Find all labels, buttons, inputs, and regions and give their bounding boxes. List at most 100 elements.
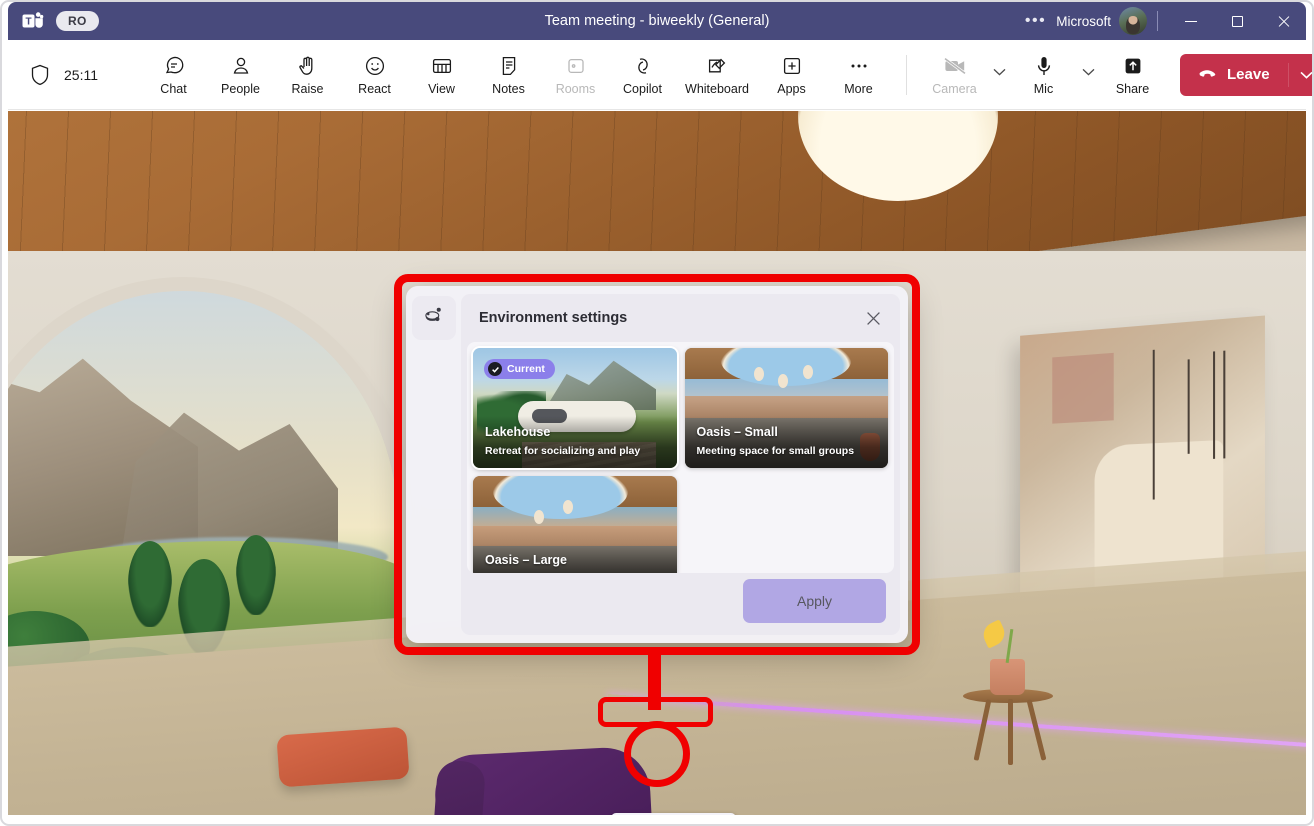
camera-control-group: Camera [921, 46, 1010, 104]
leave-button-label: Leave [1227, 66, 1270, 83]
status-badge-label: Current [507, 363, 545, 375]
toolbar-label-share: Share [1116, 83, 1149, 96]
environment-card-oasis-small[interactable]: Oasis – Small Meeting space for small gr… [685, 348, 889, 468]
environment-card-lakehouse[interactable]: Current Lakehouse Retreat for socializin… [473, 348, 677, 468]
mic-options-chevron-down-icon[interactable] [1077, 46, 1099, 104]
leave-button-group: Leave [1180, 54, 1314, 96]
view-icon [430, 53, 454, 79]
user-initials-badge[interactable]: RO [56, 11, 99, 31]
toolbar-divider [906, 55, 907, 95]
meeting-toolbar: 25:11 Chat People [8, 40, 1306, 110]
toolbar-label-more: More [844, 83, 872, 96]
environment-name: Oasis – Small [697, 425, 778, 439]
toolbar-button-chat[interactable]: Chat [140, 46, 207, 104]
toolbar-label-people: People [221, 83, 260, 96]
thumbnail-lamp [778, 374, 788, 388]
dialog-environment-settings-tab[interactable] [412, 296, 456, 340]
copilot-icon [631, 53, 655, 79]
title-bar-right: ••• Microsoft [1015, 2, 1306, 40]
title-bar-left: T RO [8, 10, 308, 32]
toolbar-label-apps: Apps [777, 83, 806, 96]
react-icon [363, 53, 387, 79]
dialog-title: Environment settings [479, 310, 627, 326]
thumbnail-lamp [803, 365, 813, 379]
environment-name: Lakehouse [485, 425, 550, 439]
mic-icon [1032, 53, 1056, 79]
check-icon [488, 362, 502, 376]
toolbar-actions: Chat People Raise [140, 46, 892, 104]
window-title-bar: T RO Team meeting - biweekly (General) •… [8, 2, 1306, 40]
environment-grid: Current Lakehouse Retreat for socializin… [473, 348, 888, 573]
chat-icon [162, 53, 186, 79]
toolbar-label-rooms: Rooms [556, 83, 596, 96]
title-bar-overflow-button[interactable]: ••• [1015, 13, 1056, 29]
toolbar-button-view[interactable]: View [408, 46, 475, 104]
environment-settings-dialog: Environment settings [406, 286, 908, 643]
toolbar-button-rooms: Rooms [542, 46, 609, 104]
dialog-close-button[interactable] [860, 305, 886, 331]
environment-grid-empty-slot [685, 476, 889, 573]
dialog-body: Environment settings [461, 294, 900, 635]
environment-vase [990, 659, 1025, 695]
minimize-button[interactable] [1168, 2, 1214, 40]
environment-card-oasis-large[interactable]: Oasis – Large Meeting space for large gr… [473, 476, 677, 573]
organization-label: Microsoft [1056, 14, 1119, 29]
maximize-icon [1232, 16, 1243, 27]
environment-cushion [276, 727, 409, 788]
environment-name: Oasis – Large [485, 553, 567, 567]
rooms-icon [564, 53, 588, 79]
environment-settings-tooltip: Environment settings [611, 813, 736, 815]
title-bar-divider [1157, 11, 1158, 31]
toolbar-label-camera: Camera [932, 83, 976, 96]
leave-options-chevron-down-icon[interactable] [1289, 54, 1314, 96]
thumbnail-lamp [754, 367, 764, 381]
card-text: Oasis – Large Meeting space for large gr… [485, 551, 667, 573]
close-icon [1277, 15, 1290, 28]
camera-options-chevron-down-icon[interactable] [988, 46, 1010, 104]
svg-text:T: T [25, 17, 31, 28]
toolbar-status-group: 25:11 [8, 64, 98, 86]
toolbar-button-react[interactable]: React [341, 46, 408, 104]
toolbar-button-notes[interactable]: Notes [475, 46, 542, 104]
window-tree [236, 535, 276, 615]
card-text: Oasis – Small Meeting space for small gr… [697, 423, 879, 459]
mic-control-group: Mic [1010, 46, 1099, 104]
environment-description: Meeting space for small groups [697, 445, 855, 457]
toolbar-label-react: React [358, 83, 391, 96]
dialog-side-rail [406, 286, 461, 643]
toolbar-button-more[interactable]: More [825, 46, 892, 104]
toolbar-button-camera[interactable]: Camera [921, 46, 988, 104]
maximize-button[interactable] [1214, 2, 1260, 40]
toolbar-button-share[interactable]: Share [1099, 46, 1166, 104]
microsoft-teams-logo: T [22, 10, 44, 32]
apply-button[interactable]: Apply [743, 579, 886, 623]
toolbar-label-chat: Chat [160, 83, 186, 96]
raise-hand-icon [296, 53, 320, 79]
thumbnail-lamp [563, 500, 573, 514]
teams-meeting-window: T RO Team meeting - biweekly (General) •… [0, 0, 1314, 826]
artwork-red-block [1052, 353, 1113, 424]
toolbar-label-copilot: Copilot [623, 83, 662, 96]
close-button[interactable] [1260, 2, 1306, 40]
account-avatar[interactable] [1119, 7, 1147, 35]
artwork-line [1153, 350, 1155, 500]
card-text: Lakehouse Retreat for socializing and pl… [485, 423, 667, 459]
toolbar-button-whiteboard[interactable]: Whiteboard [676, 46, 758, 104]
status-badge: Current [484, 359, 555, 379]
toolbar-button-people[interactable]: People [207, 46, 274, 104]
toolbar-button-copilot[interactable]: Copilot [609, 46, 676, 104]
toolbar-button-mic[interactable]: Mic [1010, 46, 1077, 104]
table-leg [1008, 699, 1013, 765]
apps-icon [780, 53, 804, 79]
people-icon [229, 53, 253, 79]
leave-button[interactable]: Leave [1180, 54, 1288, 96]
shield-icon[interactable] [30, 64, 50, 86]
artwork-line [1188, 359, 1190, 454]
environment-list[interactable]: Current Lakehouse Retreat for socializin… [467, 342, 894, 573]
toolbar-label-raise: Raise [292, 83, 324, 96]
toolbar-label-notes: Notes [492, 83, 525, 96]
dialog-header: Environment settings [461, 294, 900, 342]
environment-settings-icon [422, 305, 446, 332]
toolbar-button-apps[interactable]: Apps [758, 46, 825, 104]
toolbar-button-raise[interactable]: Raise [274, 46, 341, 104]
